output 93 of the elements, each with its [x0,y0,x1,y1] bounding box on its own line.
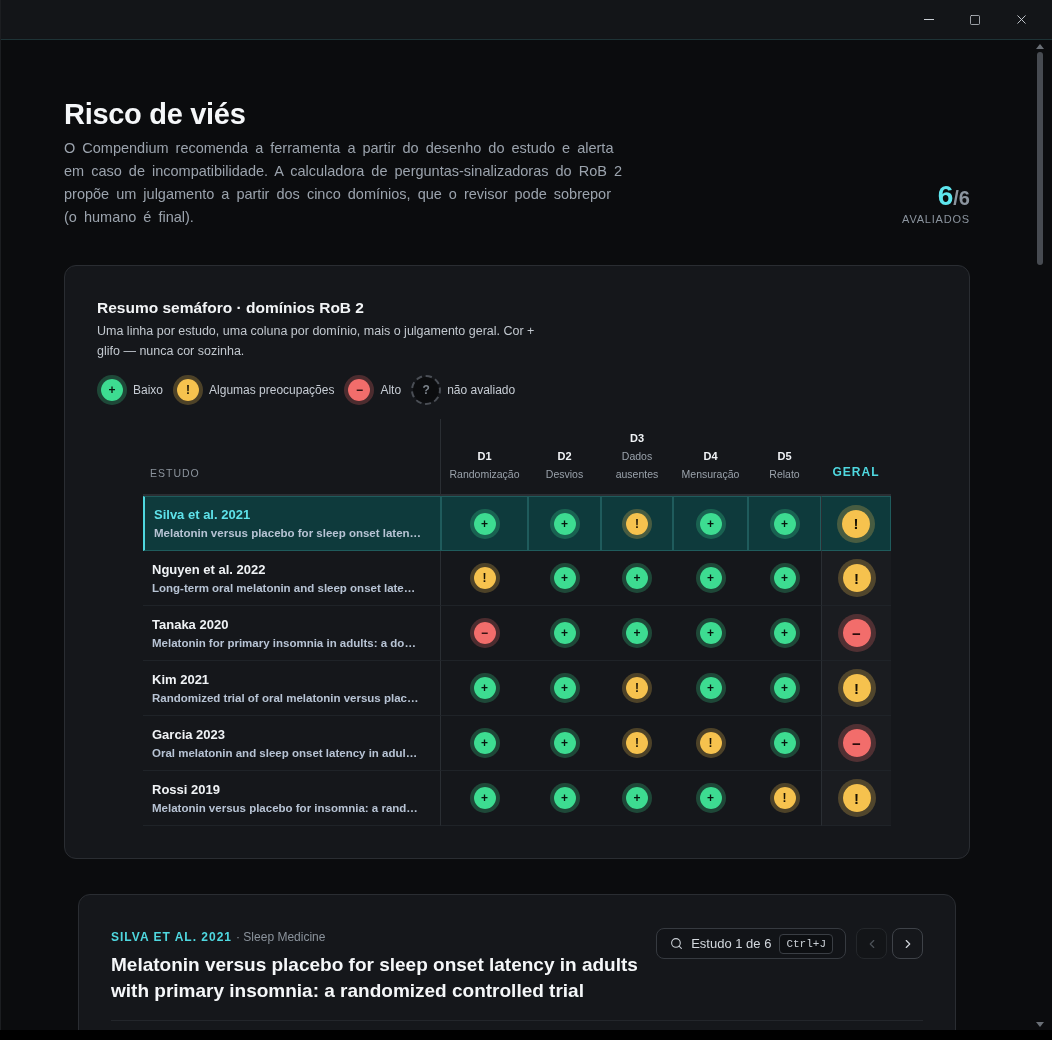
low-risk-symbol: + [769,618,800,648]
low-risk-symbol: + [469,783,500,813]
next-button[interactable] [892,928,923,959]
summary-description: Uma linha por estudo, uma coluna por domínio, mais o julgamento geral. Cor + glifo — nunca cor sozinha. [97,323,536,360]
study-title: Long-term oral melatonin and sleep onset late… [152,580,417,596]
journal-name: · Sleep Medicine [236,929,326,946]
domain-code: D4 [703,449,718,464]
assessed-label: AVALIADOS [902,212,970,227]
legend-label: Alto [380,382,402,399]
high-risk-symbol: − [469,618,500,648]
low-risk-symbol: + [622,563,652,593]
study-title: Oral melatonin and sleep onset latency in adul… [152,745,419,761]
low-risk-symbol: + [549,783,580,813]
some-concerns-symbol: ! [695,728,726,758]
shortcut-key: Ctrl+J [779,933,833,954]
low-risk-symbol: + [769,563,800,593]
low-risk-symbol: + [769,508,800,539]
scrollbar-thumb[interactable] [1037,52,1043,265]
study-row[interactable]: Silva et al. 2021 Melatonin versus placebo for sleep onset laten… + + ! + + ! [143,496,891,551]
domain-name: Mensuração [680,467,741,482]
domain-name: Desvios [544,467,585,482]
some-concerns-symbol: ! [837,559,876,597]
domain-code: D3 [629,431,645,446]
some-concerns-symbol: ! [769,783,800,813]
low-risk-symbol: + [695,673,726,703]
study-title: Randomized trial of oral melatonin versus plac… [152,690,420,706]
legend-label: não avaliado [447,382,516,399]
study-name: Rossi 2019 [152,780,221,799]
low-risk-symbol: + [769,728,800,758]
column-header: ESTUDO [150,466,200,482]
study-row[interactable]: Nguyen et al. 2022 Long-term oral melatonin and sleep onset late… ! + + + + ! [143,551,891,606]
assessed-count: 6 [937,181,954,211]
page-title: Risco de viés [64,97,247,132]
domain-name: Randomização [448,467,521,482]
some-concerns-symbol: ! [469,563,500,593]
high-risk-symbol: − [344,375,375,405]
study-row[interactable]: Kim 2021 Randomized trial of oral melatonin versus plac… + + ! + + ! [143,661,891,716]
domain-code: D5 [777,449,792,464]
legend-label: Baixo [133,382,164,399]
study-title: Melatonin versus placebo for insomnia: a rand… [152,800,419,816]
some-concerns-symbol: ! [173,375,204,405]
low-risk-symbol: + [549,618,580,648]
domain-name: Dados ausentes [614,449,660,482]
some-concerns-symbol: ! [622,728,652,758]
study-search-button[interactable]: Estudo 1 de 6 Ctrl+J [656,928,846,959]
scroll-down-arrow-icon[interactable] [1036,1022,1044,1027]
low-risk-symbol: + [695,508,726,539]
column-header: GERAL [832,464,880,481]
study-row[interactable]: Rossi 2019 Melatonin versus placebo for insomnia: a rand… + + + + ! ! [143,771,891,826]
some-concerns-symbol: ! [622,673,652,703]
unassessed-symbol: ? [411,375,442,405]
study-title: Melatonin for primary insomnia in adults: a do… [152,635,417,651]
low-risk-symbol: + [469,508,500,539]
some-concerns-symbol: ! [837,669,876,707]
summary-title: Resumo semáforo · domínios RoB 2 [97,298,365,318]
study-name: Nguyen et al. 2022 [152,560,267,579]
total-count: /6 [953,187,970,210]
domain-name: Relato [768,467,801,482]
low-risk-symbol: + [622,618,652,648]
high-risk-symbol: − [837,614,876,652]
study-title: Melatonin versus placebo for sleep onset laten… [154,526,423,541]
low-risk-symbol: + [549,673,580,703]
low-risk-symbol: + [695,783,726,813]
low-risk-symbol: + [695,563,726,593]
low-risk-symbol: + [549,508,580,539]
low-risk-symbol: + [549,728,580,758]
high-risk-symbol: − [837,724,876,762]
study-name: Tanaka 2020 [152,615,230,634]
scroll-up-arrow-icon[interactable] [1036,44,1044,49]
study-citation: SILVA ET AL. 2021 [111,929,233,946]
low-risk-symbol: + [97,375,127,405]
low-risk-symbol: + [469,673,500,703]
maximize-icon [969,13,981,26]
search-icon [670,937,684,950]
study-heading: Melatonin versus placebo for sleep onset latency in adults with primary insomnia: a randomized controlled trial [111,953,639,1003]
some-concerns-symbol: ! [837,504,875,543]
some-concerns-symbol: ! [837,779,876,817]
domain-code: D1 [477,449,492,464]
low-risk-symbol: + [695,618,726,648]
page-description: O Compendium recomenda a ferramenta a partir do desenho do estudo e alerta em caso de incompatibilidade. A calculadora de perguntas-sinalizadoras do RoB 2 propõe um julgamento a partir dos cinco domínios, que o revisor pode sobrepor (o humano é final). [64,139,623,227]
low-risk-symbol: + [769,673,800,703]
study-name: Garcia 2023 [152,725,226,744]
minimize-icon [924,19,934,20]
study-row[interactable]: Tanaka 2020 Melatonin for primary insomnia in adults: a do… − + + + + − [143,606,891,661]
some-concerns-symbol: ! [622,508,652,539]
study-name: Kim 2021 [152,670,211,689]
domain-code: D2 [557,449,572,464]
low-risk-symbol: + [469,728,500,758]
study-name: Silva et al. 2021 [154,506,252,524]
study-row[interactable]: Garcia 2023 Oral melatonin and sleep onset latency in adul… + + ! ! + − [143,716,891,771]
legend-label: Algumas preocupações [209,382,335,399]
low-risk-symbol: + [622,783,652,813]
low-risk-symbol: + [549,563,580,593]
